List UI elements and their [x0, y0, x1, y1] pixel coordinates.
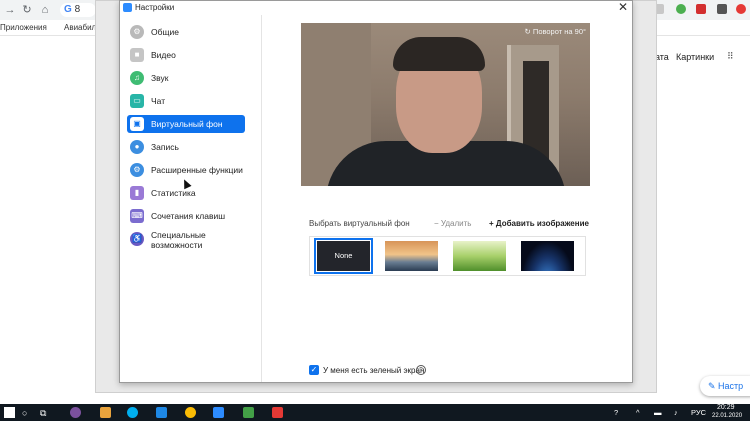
window-title: Настройки — [135, 3, 175, 12]
sidebar-item-label: Виртуальный фон — [151, 119, 223, 129]
headphones-icon: ♫ — [130, 71, 144, 85]
sidebar-item-audio[interactable]: ♫ Звук — [127, 69, 245, 87]
app-icon[interactable] — [243, 407, 254, 418]
sidebar-item-label: Чат — [151, 96, 166, 106]
virtual-background-toolbar: Выбрать виртуальный фон − Удалить + Доба… — [309, 217, 599, 231]
green-screen-label: У меня есть зеленый экран — [323, 366, 425, 375]
rotate-button[interactable]: ↻ Поворот на 90° — [525, 27, 586, 36]
sidebar-item-keyboard-shortcuts[interactable]: ⌨ Сочетания клавиш — [127, 207, 245, 225]
sidebar-item-video[interactable]: ■ Видео — [127, 46, 245, 64]
background-thumb-none[interactable]: None — [314, 238, 373, 274]
chrome-icon[interactable] — [185, 407, 196, 418]
person-hair — [393, 37, 485, 71]
virtual-background-panel: ↻ Поворот на 90° Выбрать виртуальный фон… — [263, 15, 632, 382]
explorer-icon[interactable] — [100, 407, 111, 418]
accessibility-icon: ♿ — [130, 232, 144, 246]
green-screen-option: ✓ У меня есть зеленый экран ? — [309, 365, 469, 377]
app-icon[interactable] — [272, 407, 283, 418]
home-icon[interactable]: ⌂ — [38, 3, 52, 17]
background-thumb-golden-gate[interactable] — [385, 241, 438, 271]
record-icon: ● — [130, 140, 144, 154]
google-link-images[interactable]: Картинки — [676, 52, 714, 62]
search-icon[interactable]: ○ — [22, 408, 27, 418]
sidebar-item-label: Сочетания клавиш — [151, 211, 226, 221]
telegram-icon[interactable] — [156, 407, 167, 418]
video-icon: ■ — [130, 48, 144, 62]
tray-chevron-icon[interactable]: ^ — [636, 408, 640, 417]
task-view-icon[interactable]: ⧉ — [40, 408, 46, 419]
statistics-icon: ▮ — [130, 186, 144, 200]
section-title: Выбрать виртуальный фон — [309, 219, 410, 228]
viber-icon[interactable] — [70, 407, 81, 418]
taskbar: ○ ⧉ ? ^ ▬ ♪ РУС 20:29 22.01.2020 — [0, 404, 750, 421]
sidebar-item-label: Запись — [151, 142, 179, 152]
add-image-button[interactable]: + Добавить изображение — [489, 219, 589, 228]
help-icon[interactable]: ? — [614, 408, 618, 417]
skype-icon[interactable] — [127, 407, 138, 418]
sidebar-item-accessibility[interactable]: ♿ Специальные возможности — [127, 230, 245, 252]
video-preview: ↻ Поворот на 90° — [301, 23, 590, 186]
gear-icon: ⚙ — [130, 25, 144, 39]
sidebar-item-label: Специальные возможности — [151, 230, 206, 250]
sidebar-item-advanced[interactable]: ⚙ Расширенные функции — [127, 161, 245, 179]
sidebar-item-label: Расширенные функции — [151, 165, 243, 175]
sidebar-item-label: Общие — [151, 27, 179, 37]
green-screen-checkbox[interactable]: ✓ — [309, 365, 319, 375]
sidebar-item-general[interactable]: ⚙ Общие — [127, 23, 245, 41]
settings-window: Настройки ✕ ⚙ Общие ■ Видео ♫ Звук ▭ Чат… — [119, 0, 633, 383]
sidebar-item-label: Звук — [151, 73, 169, 83]
settings-sidebar: ⚙ Общие ■ Видео ♫ Звук ▭ Чат ▣ Виртуальн… — [120, 15, 262, 382]
background-thumb-earth[interactable] — [521, 241, 574, 271]
minus-icon: − — [434, 219, 439, 228]
language-indicator[interactable]: РУС — [691, 408, 706, 417]
delete-button[interactable]: − Удалить — [434, 219, 471, 228]
address-bar[interactable]: G 8 — [60, 3, 96, 17]
clock-date[interactable]: 22.01.2020 — [712, 413, 742, 419]
titlebar: Настройки ✕ — [120, 0, 632, 15]
sidebar-item-chat[interactable]: ▭ Чат — [127, 92, 245, 110]
volume-icon[interactable]: ♪ — [674, 408, 678, 417]
sidebar-item-label: Видео — [151, 50, 176, 60]
extension-icon[interactable] — [736, 4, 746, 14]
clock-time[interactable]: 20:29 — [717, 404, 735, 411]
virtual-background-icon: ▣ — [130, 117, 144, 131]
extension-icon[interactable] — [717, 4, 727, 14]
extension-icon[interactable] — [696, 4, 706, 14]
extension-icon[interactable] — [676, 4, 686, 14]
zoom-icon[interactable] — [213, 407, 224, 418]
background-thumb-grass[interactable] — [453, 241, 506, 271]
plus-icon: + — [489, 219, 494, 228]
sidebar-item-virtual-background[interactable]: ▣ Виртуальный фон — [127, 115, 245, 133]
zoom-logo-icon — [123, 3, 132, 12]
forward-icon[interactable]: → — [3, 3, 17, 17]
background-gallery: None — [309, 236, 586, 276]
chat-icon: ▭ — [130, 94, 144, 108]
help-icon[interactable]: ? — [416, 365, 426, 375]
close-button[interactable]: ✕ — [618, 0, 628, 14]
customize-button[interactable]: ✎ Настр — [700, 376, 750, 396]
sidebar-item-recording[interactable]: ● Запись — [127, 138, 245, 156]
sidebar-item-label: Статистика — [151, 188, 196, 198]
bookmark-apps[interactable]: Приложения — [0, 23, 47, 32]
windows-start-icon[interactable] — [4, 407, 15, 418]
reload-icon[interactable]: ↻ — [20, 3, 34, 17]
network-icon[interactable]: ▬ — [654, 408, 662, 417]
keyboard-icon: ⌨ — [130, 209, 144, 223]
apps-grid-icon[interactable]: ⠿ — [727, 51, 734, 62]
advanced-icon: ⚙ — [130, 163, 144, 177]
